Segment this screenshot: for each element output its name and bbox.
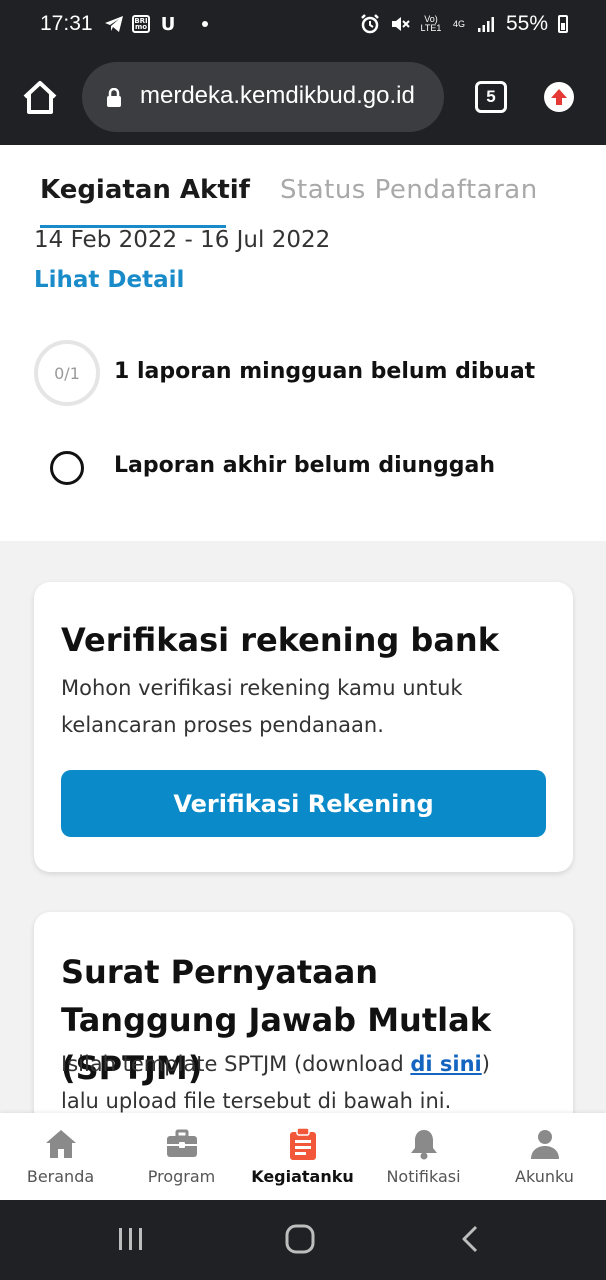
alarm-icon <box>360 14 380 34</box>
nav-item-kegiatanku[interactable]: Kegiatanku <box>242 1113 363 1200</box>
nav-item-beranda[interactable]: Beranda <box>0 1113 121 1200</box>
4g-icon: 4G <box>452 18 465 29</box>
nav-label-program: Program <box>147 1167 216 1186</box>
browser-toolbar: merdeka.kemdikbud.go.id 5 <box>0 52 606 145</box>
weekly-report-progress: 0/1 <box>34 340 100 406</box>
status-left-icons: BRI mo U <box>104 13 208 35</box>
verify-account-button[interactable]: Verifikasi Rekening <box>61 770 546 837</box>
status-right-icons: Vo) LTE1 4G 55% <box>360 12 568 36</box>
telegram-icon <box>104 14 124 34</box>
battery-percent: 55% <box>505 12 548 35</box>
sptjm-card-description: Isilah template SPTJM (download di sini)… <box>61 1046 531 1120</box>
volte-icon: Vo) LTE1 <box>420 14 442 33</box>
update-icon[interactable] <box>544 82 574 112</box>
bank-card-title: Verifikasi rekening bank <box>61 621 499 659</box>
briefcase-icon <box>165 1127 199 1161</box>
url-bar[interactable]: merdeka.kemdikbud.go.id <box>82 62 444 132</box>
final-report-circle-icon <box>50 451 84 485</box>
nav-item-notifikasi[interactable]: Notifikasi <box>363 1113 484 1200</box>
bank-card-description: Mohon verifikasi rekening kamu untuk kel… <box>61 676 463 737</box>
lock-icon <box>106 87 122 108</box>
bell-icon <box>407 1127 441 1161</box>
system-navigation-bar <box>0 1200 606 1280</box>
nav-label-kegiatanku: Kegiatanku <box>251 1167 354 1186</box>
weekly-progress-count: 0/1 <box>54 363 80 383</box>
battery-icon <box>558 15 568 33</box>
recent-apps-icon[interactable] <box>110 1222 150 1258</box>
nav-item-akunku[interactable]: Akunku <box>484 1113 605 1200</box>
final-report-status: Laporan akhir belum diunggah <box>114 453 496 478</box>
tab-switcher-button[interactable]: 5 <box>475 81 507 113</box>
home-icon[interactable] <box>20 78 60 118</box>
bri-mo-icon: BRI mo <box>132 15 150 33</box>
nav-label-beranda: Beranda <box>26 1167 95 1186</box>
nav-label-notifikasi: Notifikasi <box>386 1167 461 1186</box>
tab-kegiatan-aktif[interactable]: Kegiatan Aktif <box>40 175 250 205</box>
lihat-detail-link[interactable]: Lihat Detail <box>34 267 184 293</box>
download-template-link[interactable]: di sini <box>410 1052 481 1076</box>
status-time: 17:31 <box>40 12 93 35</box>
home-icon <box>44 1127 78 1161</box>
signal-icon <box>476 14 496 34</box>
nav-label-akunku: Akunku <box>515 1167 574 1186</box>
bank-verification-card: Verifikasi rekening bank Mohon verifikas… <box>34 582 573 872</box>
activity-section: Kegiatan Aktif Status Pendaftaran 14 Feb… <box>0 145 606 541</box>
status-bar: 17:31 BRI mo U Vo) LTE1 4G 55% <box>0 0 606 52</box>
weekly-report-status: 1 laporan mingguan belum dibuat <box>114 359 536 384</box>
tab-status-pendaftaran[interactable]: Status Pendaftaran <box>280 175 538 205</box>
home-nav-icon[interactable] <box>280 1222 320 1258</box>
back-icon[interactable] <box>452 1222 492 1258</box>
u-app-icon: U <box>160 13 176 35</box>
activity-date-range: 14 Feb 2022 - 16 Jul 2022 <box>34 227 331 253</box>
clipboard-icon <box>286 1127 320 1161</box>
notification-dot <box>202 21 208 27</box>
nav-item-program[interactable]: Program <box>121 1113 242 1200</box>
mute-icon <box>390 14 410 34</box>
bottom-navigation: Beranda Program Kegiatanku Notifikasi Ak… <box>0 1113 606 1200</box>
url-text: merdeka.kemdikbud.go.id <box>140 82 415 109</box>
person-icon <box>528 1127 562 1161</box>
sptjm-desc-before: Isilah template SPTJM (download <box>61 1052 411 1076</box>
